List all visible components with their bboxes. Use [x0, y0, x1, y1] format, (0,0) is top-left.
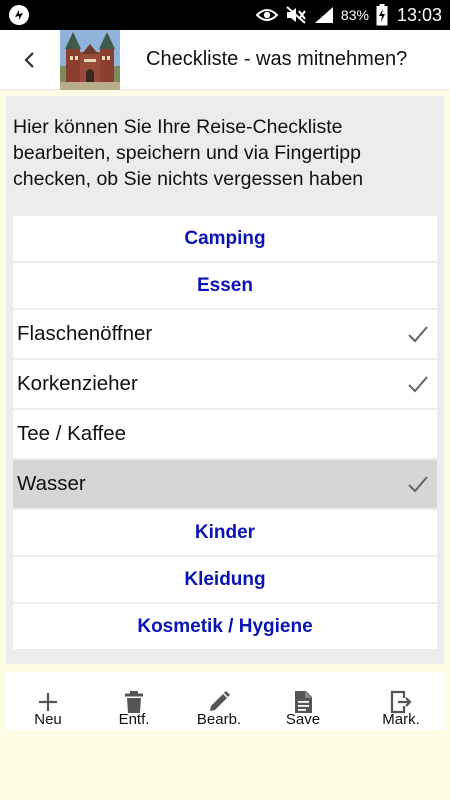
mark-button-label: Mark. — [382, 711, 420, 728]
holstentor-image — [60, 30, 120, 90]
checklist-item[interactable]: Tee / Kaffee — [13, 410, 437, 458]
category-row[interactable]: Camping — [13, 216, 437, 261]
app-bar: Checkliste - was mitnehmen? — [0, 30, 450, 90]
page-title: Checkliste - was mitnehmen? — [146, 48, 408, 70]
mark-button[interactable]: Mark. — [361, 672, 441, 730]
checklist-item[interactable]: Korkenzieher — [13, 360, 437, 408]
mute-icon — [286, 6, 306, 24]
battery-percent: 83% — [340, 7, 369, 23]
back-button[interactable] — [12, 45, 46, 75]
category-label: Kosmetik / Hygiene — [137, 615, 313, 637]
category-row[interactable]: Essen — [13, 263, 437, 308]
edit-button-label: Bearb. — [196, 711, 242, 728]
category-row[interactable]: Kosmetik / Hygiene — [13, 604, 437, 649]
new-button-label: Neu — [34, 711, 62, 728]
signal-icon — [314, 7, 333, 23]
checklist-item[interactable]: Wasser — [13, 460, 437, 508]
checklist-item[interactable]: Flaschenöffner — [13, 310, 437, 358]
delete-button-label: Entf. — [118, 711, 150, 728]
checklist-item-label: Flaschenöffner — [17, 322, 153, 345]
category-label: Kleidung — [184, 568, 266, 590]
checkmark-icon — [408, 376, 428, 393]
holstentor-thumbnail — [60, 30, 120, 90]
category-label: Kinder — [194, 521, 256, 543]
checkmark-icon — [408, 326, 428, 343]
edit-button[interactable]: Bearb. — [179, 672, 259, 730]
checklist-item-label: Wasser — [17, 472, 86, 495]
intro-text: Hier können Sie Ihre Reise-Checkliste be… — [13, 116, 364, 190]
checklist-item-label: Tee / Kaffee — [17, 422, 127, 445]
eye-icon — [255, 9, 278, 21]
bottom-toolbar: Neu Entf. Bearb. Save Mark. — [6, 672, 444, 730]
save-button-label: Save — [285, 711, 321, 728]
chevron-left-icon — [24, 52, 34, 68]
category-label: Camping — [184, 227, 266, 249]
category-row[interactable]: Kinder — [13, 510, 437, 555]
category-label: Essen — [197, 274, 253, 296]
checklist-item-label: Korkenzieher — [17, 372, 138, 395]
status-bar: 83% 13:03 — [0, 0, 450, 30]
delete-button[interactable]: Entf. — [94, 672, 174, 730]
clock: 13:03 — [396, 4, 442, 25]
checkmark-icon — [408, 476, 428, 493]
category-row[interactable]: Kleidung — [13, 557, 437, 602]
checklist[interactable]: Camping Essen Flaschenöffner Korkenzieher Te… — [13, 216, 437, 654]
app-notification-icon — [9, 5, 29, 25]
checklist-panel: Hier können Sie Ihre Reise-Checkliste be… — [6, 96, 444, 664]
save-button[interactable]: Save — [263, 672, 343, 730]
battery-charging-icon — [376, 4, 388, 26]
new-button[interactable]: Neu — [8, 672, 88, 730]
